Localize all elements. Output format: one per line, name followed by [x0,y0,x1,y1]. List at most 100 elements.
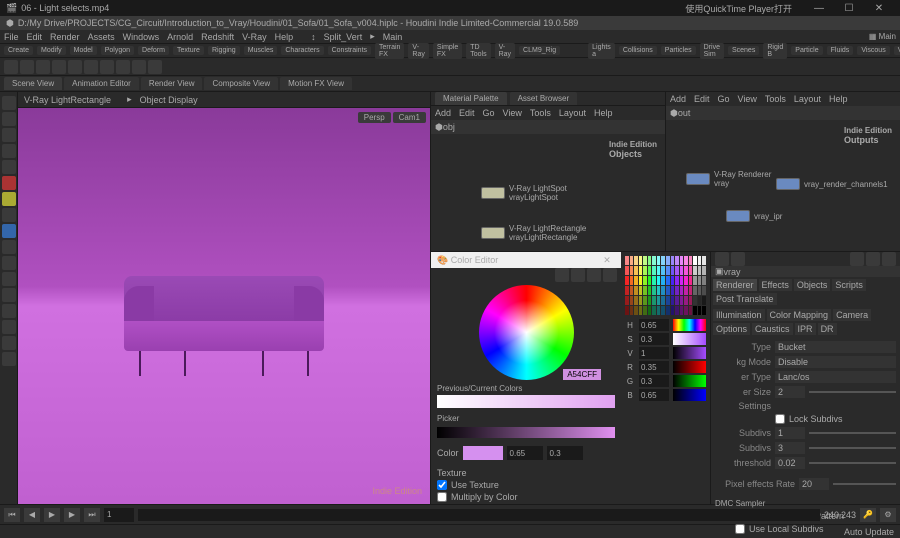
param-tab[interactable]: Scripts [832,279,866,291]
palette-swatch[interactable] [671,276,675,285]
palette-swatch[interactable] [625,296,629,305]
menu-render[interactable]: Render [50,32,80,42]
param-tab[interactable]: IPR [795,323,816,335]
shelf-tab[interactable]: Create [4,46,33,55]
shelf-icon[interactable] [36,60,50,74]
slider-bar[interactable] [673,389,706,401]
palette-swatch[interactable] [675,296,679,305]
palette-swatch[interactable] [675,276,679,285]
param-path[interactable]: vray [724,267,741,277]
shelf-icon[interactable] [52,60,66,74]
shelf-tab[interactable]: Drive Sim [700,43,724,59]
param-tab[interactable]: Camera [833,309,871,321]
tool-icon[interactable] [2,128,16,142]
palette-swatch[interactable] [639,296,643,305]
slider-bar[interactable] [673,361,706,373]
shelf-tab[interactable]: Polygon [101,46,134,55]
camera-button[interactable]: Cam1 [393,112,426,123]
prev-color-strip[interactable] [437,395,615,408]
object-display-label[interactable]: Object Display [140,95,198,105]
shelf-tab[interactable]: Vellum [894,46,900,55]
palette-swatch[interactable] [680,266,684,275]
palette-swatch[interactable] [693,286,697,295]
tool-icon[interactable] [2,256,16,270]
palette-swatch[interactable] [652,266,656,275]
palette-swatch[interactable] [684,296,688,305]
palette-swatch[interactable] [702,276,706,285]
network-canvas-obj[interactable]: Indie EditionObjects V-Ray LightSpotvray… [431,134,665,251]
node-vray[interactable]: V-Ray Renderervray [686,170,771,188]
palette-swatch[interactable] [675,256,679,265]
palette-swatch[interactable] [634,256,638,265]
net-menu[interactable]: Tools [765,94,786,104]
palette-swatch[interactable] [702,286,706,295]
ce-icon[interactable] [571,268,585,282]
tool-icon[interactable] [2,288,16,302]
palette-swatch[interactable] [666,306,670,315]
slider-bar[interactable] [673,375,706,387]
palette-swatch[interactable] [657,306,661,315]
palette-swatch[interactable] [689,276,693,285]
palette-swatch[interactable] [689,266,693,275]
palette-swatch[interactable] [675,286,679,295]
net-menu[interactable]: Add [435,108,451,118]
palette-swatch[interactable] [675,266,679,275]
palette-swatch[interactable] [675,306,679,315]
palette-swatch[interactable] [652,256,656,265]
shelf-tab[interactable]: Simple FX [433,43,462,59]
palette-swatch[interactable] [648,256,652,265]
menu-help[interactable]: Help [275,32,294,42]
color-palette[interactable] [625,256,706,315]
node-light-rect[interactable]: V-Ray LightRectanglevrayLightRectangle [481,224,586,242]
multiply-checkbox[interactable]: Multiply by Color [437,492,615,502]
node-render-channels[interactable]: vray_render_channels1 [776,178,888,190]
param-input[interactable]: 2 [775,386,805,398]
palette-swatch[interactable] [630,306,634,315]
tool-icon[interactable] [2,352,16,366]
net-menu[interactable]: Help [594,108,613,118]
key-button[interactable]: 🔑 [860,508,876,522]
menu-windows[interactable]: Windows [123,32,160,42]
split-vert[interactable]: Split_Vert [324,32,363,42]
palette-swatch[interactable] [630,286,634,295]
palette-swatch[interactable] [693,266,697,275]
shelf-tab[interactable]: Muscles [244,46,278,55]
palette-swatch[interactable] [648,266,652,275]
palette-swatch[interactable] [666,276,670,285]
minimize-button[interactable]: — [804,0,834,16]
palette-swatch[interactable] [652,276,656,285]
palette-swatch[interactable] [625,276,629,285]
palette-swatch[interactable] [625,286,629,295]
net-menu[interactable]: Add [670,94,686,104]
tool-icon[interactable] [2,208,16,222]
net-menu[interactable]: Edit [694,94,710,104]
hex-value[interactable]: A54CFF [563,369,601,380]
palette-swatch[interactable] [634,276,638,285]
net-menu[interactable]: Edit [459,108,475,118]
slider-value[interactable]: 0.3 [639,375,669,387]
shelf-icon[interactable] [4,60,18,74]
palette-swatch[interactable] [657,256,661,265]
pp-icon[interactable] [882,252,896,266]
tool-icon[interactable] [2,272,16,286]
palette-swatch[interactable] [643,286,647,295]
palette-swatch[interactable] [671,296,675,305]
palette-swatch[interactable] [698,296,702,305]
palette-swatch[interactable] [680,306,684,315]
palette-swatch[interactable] [680,276,684,285]
palette-swatch[interactable] [661,286,665,295]
palette-swatch[interactable] [639,276,643,285]
shelf-icon[interactable] [100,60,114,74]
color-val-1[interactable]: 0.65 [507,446,543,460]
tool-icon[interactable] [2,160,16,174]
palette-swatch[interactable] [693,296,697,305]
ce-icon[interactable] [587,268,601,282]
palette-swatch[interactable] [639,306,643,315]
shelf-tab[interactable]: Collisions [619,46,657,55]
tool-icon[interactable] [2,224,16,238]
network-path[interactable]: obj [443,122,455,132]
menu-redshift[interactable]: Redshift [201,32,234,42]
shelf-icon[interactable] [132,60,146,74]
tab-asset-browser[interactable]: Asset Browser [510,92,578,105]
slider-value[interactable]: 1 [639,347,669,359]
